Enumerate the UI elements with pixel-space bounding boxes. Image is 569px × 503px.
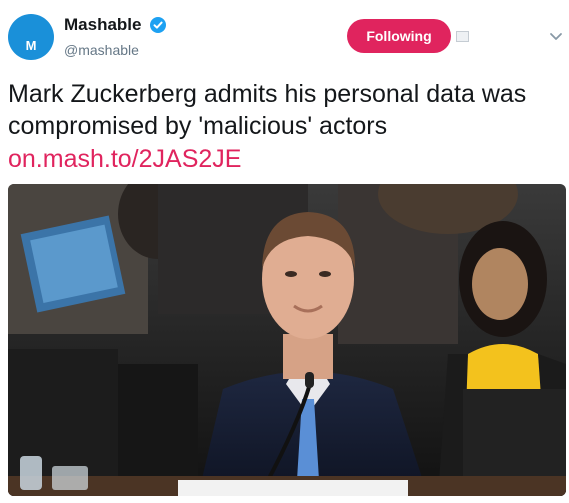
tweet-text: Mark Zuckerberg admits his personal data… bbox=[8, 80, 527, 140]
avatar-letter: M bbox=[25, 38, 37, 53]
verified-badge-icon bbox=[150, 17, 166, 33]
following-button[interactable]: Following bbox=[347, 19, 451, 53]
photo-scene bbox=[8, 184, 566, 496]
display-name[interactable]: Mashable bbox=[64, 15, 141, 35]
chevron-down-icon[interactable] bbox=[549, 32, 563, 42]
avatar[interactable]: M bbox=[8, 14, 54, 60]
tweet-photo[interactable] bbox=[8, 184, 566, 496]
handle[interactable]: @mashable bbox=[64, 42, 139, 58]
mute-icon[interactable] bbox=[456, 31, 469, 42]
tweet-link[interactable]: on.mash.to/2JAS2JE bbox=[8, 143, 241, 175]
